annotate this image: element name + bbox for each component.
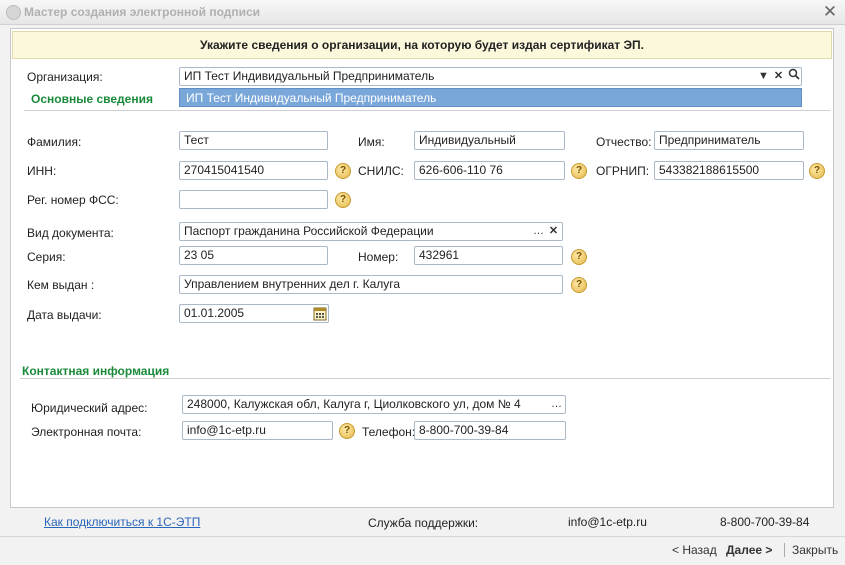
close-window-button[interactable]: ✕ [821, 2, 839, 22]
support-phone: 8-800-700-39-84 [720, 515, 810, 529]
snils-field[interactable]: 626-606-110 76 [414, 161, 565, 180]
ogrnip-label: ОГРНИП: [596, 164, 650, 178]
fss-field[interactable] [179, 190, 328, 209]
section-basic-title: Основные сведения [31, 92, 153, 106]
address-field[interactable]: 248000, Калужская обл, Калуга г, Циолков… [182, 395, 566, 414]
inn-field[interactable]: 270415041540 [179, 161, 328, 180]
help-icon[interactable]: ? [809, 163, 825, 179]
help-icon[interactable]: ? [571, 249, 587, 265]
issue-date-field[interactable]: 01.01.2005 [179, 304, 329, 323]
ellipsis-icon[interactable]: … [549, 396, 564, 413]
doctype-field[interactable]: Паспорт гражданина Российской Федерации [179, 222, 563, 241]
name-label: Имя: [358, 135, 385, 149]
surname-field[interactable]: Тест [179, 131, 328, 150]
series-field[interactable]: 23 05 [179, 246, 328, 265]
next-button[interactable]: Далее > [726, 543, 772, 557]
app-icon [6, 5, 21, 20]
support-email: info@1c-etp.ru [568, 515, 647, 529]
email-field[interactable]: info@1c-etp.ru [182, 421, 333, 440]
series-label: Серия: [27, 250, 66, 264]
org-label: Организация: [27, 70, 103, 84]
ogrnip-field[interactable]: 543382188615500 [654, 161, 804, 180]
email-label: Электронная почта: [31, 425, 142, 439]
fss-label: Рег. номер ФСС: [27, 193, 119, 207]
window-title: Мастер создания электронной подписи [24, 5, 261, 19]
doctype-label: Вид документа: [27, 226, 114, 240]
help-icon[interactable]: ? [335, 192, 351, 208]
inn-label: ИНН: [27, 164, 57, 178]
how-to-connect-link[interactable]: Как подключиться к 1С-ЭТП [44, 515, 200, 529]
phone-label: Телефон: [362, 425, 416, 439]
name-field[interactable]: Индивидуальный [414, 131, 565, 150]
nav-separator [784, 543, 785, 557]
ellipsis-icon[interactable]: … [531, 223, 546, 240]
issuer-label: Кем выдан : [27, 278, 95, 292]
clear-icon[interactable]: ✕ [771, 68, 786, 85]
calendar-icon[interactable] [313, 306, 327, 321]
org-dropdown-item[interactable]: ИП Тест Индивидуальный Предприниматель [179, 88, 802, 107]
help-icon[interactable]: ? [571, 163, 587, 179]
number-field[interactable]: 432961 [414, 246, 563, 265]
section-divider [20, 378, 830, 379]
patronymic-field[interactable]: Предприниматель [654, 131, 804, 150]
snils-label: СНИЛС: [358, 164, 404, 178]
surname-label: Фамилия: [27, 135, 82, 149]
issuer-field[interactable]: Управлением внутренних дел г. Калуга [179, 275, 563, 294]
address-label: Юридический адрес: [31, 401, 148, 415]
search-icon[interactable] [786, 68, 801, 85]
number-label: Номер: [358, 250, 399, 264]
help-icon[interactable]: ? [571, 277, 587, 293]
phone-field[interactable]: 8-800-700-39-84 [414, 421, 566, 440]
help-icon[interactable]: ? [335, 163, 351, 179]
back-button[interactable]: < Назад [672, 543, 717, 557]
org-field[interactable]: ИП Тест Индивидуальный Предприниматель [179, 67, 802, 86]
issue-date-label: Дата выдачи: [27, 308, 102, 322]
section-contact-title: Контактная информация [22, 364, 170, 378]
footer-divider [0, 536, 845, 537]
chevron-down-icon[interactable]: ▼ [756, 68, 771, 85]
close-button[interactable]: Закрыть [792, 543, 838, 557]
clear-icon[interactable]: ✕ [546, 223, 561, 240]
patronymic-label: Отчество: [596, 135, 652, 149]
instruction-banner: Укажите сведения о организации, на котор… [12, 31, 832, 59]
support-label: Служба поддержки: [368, 516, 479, 530]
section-divider [24, 110, 830, 111]
help-icon[interactable]: ? [339, 423, 355, 439]
